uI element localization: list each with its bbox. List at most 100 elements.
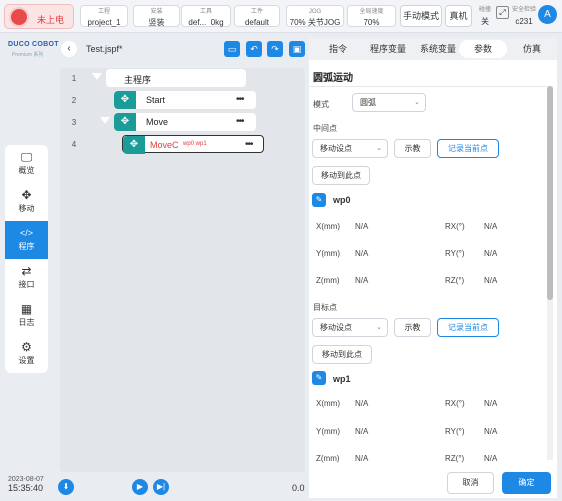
mid-move-select[interactable]: 移动设点 ⌄: [312, 139, 388, 158]
chevron-down-icon: ⌄: [376, 145, 382, 152]
install-selector[interactable]: 安装 竖装: [133, 5, 180, 27]
mode-select[interactable]: 圆弧 ⌄: [352, 93, 426, 112]
tab-simulation[interactable]: 仿真: [509, 40, 555, 58]
user-avatar[interactable]: A: [538, 5, 557, 24]
tab-program-variables[interactable]: 程序变量: [363, 40, 413, 58]
tab-instructions[interactable]: 指令: [315, 40, 361, 58]
back-button[interactable]: ‹: [61, 41, 77, 57]
open-folder-icon[interactable]: ▭: [224, 41, 240, 57]
global-speed-caption: 全局速度: [359, 9, 384, 15]
brand-logo: DUCO COBOT: [8, 41, 59, 48]
target-move-select[interactable]: 移动设点 ⌄: [312, 318, 388, 337]
collapse-caret-icon[interactable]: [100, 117, 110, 124]
coord-label: Y(mm): [316, 249, 340, 258]
time-text: 15:35:40: [8, 483, 44, 493]
tab-parameters[interactable]: 参数: [459, 40, 507, 58]
edit-icon[interactable]: ✎: [312, 371, 326, 385]
datetime: 2023-08-07 15:35:40: [8, 476, 44, 493]
program-tree-editor[interactable]: 1 2 3 4 主程序 ✥ Start ••• ✥ Move ••• ✥ Mov…: [60, 68, 305, 472]
target-teach-button[interactable]: 示教: [394, 318, 431, 337]
project-selector[interactable]: 工程 project_1: [80, 5, 128, 27]
coord-label: RX(°): [445, 399, 465, 408]
drag-handle-icon[interactable]: ✥: [114, 113, 136, 131]
mid-record-current-button[interactable]: 记录当前点: [437, 139, 499, 158]
target-record-current-button[interactable]: 记录当前点: [437, 318, 499, 337]
mid-teach-button[interactable]: 示教: [394, 139, 431, 158]
emergency-stop-button[interactable]: 未上电: [4, 4, 74, 29]
redo-icon[interactable]: ↷: [267, 41, 283, 57]
coord-value: N/A: [355, 276, 369, 285]
more-options-icon[interactable]: •••: [236, 116, 244, 127]
line-number: 2: [71, 96, 77, 105]
coord-value: N/A: [484, 399, 498, 408]
nav-item-program[interactable]: </> 程序: [5, 221, 48, 259]
mid-move-here-button[interactable]: 移动到此点: [312, 166, 370, 185]
mid-point-label: 中间点: [313, 124, 337, 133]
workpiece-caption: 工件: [250, 9, 263, 15]
confirm-button[interactable]: 确定: [502, 472, 551, 494]
tree-node-movec[interactable]: ✥ MoveC wp0 wp1 •••: [122, 135, 264, 154]
workpiece-selector[interactable]: 工件 default: [234, 5, 280, 27]
coord-label: RY(°): [445, 427, 465, 436]
node-label: MoveC: [150, 140, 179, 150]
global-speed-selector[interactable]: 全局速度 70%: [347, 5, 396, 27]
workpiece-value: default: [244, 18, 270, 27]
collision-status[interactable]: 碰撞 关: [476, 6, 494, 26]
play-icon[interactable]: ▶: [132, 479, 148, 495]
mode-label: 模式: [313, 100, 329, 109]
nav-label: 移动: [18, 204, 35, 213]
tool-selector[interactable]: 工具 def... 0kg: [181, 5, 231, 27]
more-options-icon[interactable]: •••: [245, 139, 253, 150]
target-move-value: 移动设点: [320, 323, 352, 332]
coord-label: X(mm): [316, 222, 340, 231]
mid-move-value: 移动设点: [320, 144, 352, 153]
nav-item-log[interactable]: ▦ 日志: [5, 297, 48, 335]
drag-handle-icon[interactable]: ✥: [114, 91, 136, 109]
expand-icon[interactable]: ⤢: [496, 6, 509, 19]
move-icon: ✥: [21, 188, 32, 202]
scrollbar-thumb[interactable]: [547, 86, 553, 300]
coord-value: N/A: [484, 454, 498, 463]
safety-check[interactable]: 安全检验 c231: [511, 6, 537, 26]
section-title: 圆弧运动: [313, 73, 353, 84]
step-down-icon[interactable]: ⬇: [58, 479, 74, 495]
install-caption: 安装: [150, 9, 163, 15]
real-machine-button[interactable]: 真机: [445, 5, 472, 27]
nav-item-settings[interactable]: ⚙ 设置: [5, 335, 48, 373]
nav-label: 接口: [18, 280, 35, 289]
coord-value: N/A: [355, 454, 369, 463]
nav-item-interface[interactable]: ⇄ 接口: [5, 259, 48, 297]
coord-label: RZ(°): [445, 276, 465, 285]
node-label: Move: [146, 117, 169, 127]
cancel-button[interactable]: 取消: [447, 472, 494, 494]
coord-value: N/A: [484, 249, 498, 258]
tree-node-move[interactable]: ✥ Move •••: [114, 113, 256, 131]
brand-subtitle: Premium 系列: [12, 52, 44, 58]
target-move-here-button[interactable]: 移动到此点: [312, 345, 372, 364]
line-number: 4: [71, 140, 77, 149]
save-icon[interactable]: ▣: [289, 41, 305, 57]
jog-selector[interactable]: JOG 70% 关节JOG: [286, 5, 344, 27]
estop-indicator-icon: [11, 9, 27, 25]
project-value: project_1: [87, 18, 121, 27]
step-forward-icon[interactable]: ▶|: [153, 479, 169, 495]
more-options-icon[interactable]: •••: [236, 94, 244, 105]
manual-mode-button[interactable]: 手动模式: [400, 5, 442, 27]
nav-item-move[interactable]: ✥ 移动: [5, 183, 48, 221]
chevron-down-icon: ⌄: [414, 99, 420, 106]
coord-value: N/A: [355, 399, 369, 408]
line-number: 3: [71, 118, 77, 127]
tree-node-start[interactable]: ✥ Start •••: [114, 91, 256, 109]
waypoint-name: wp1: [333, 374, 351, 384]
nav-label: 日志: [18, 318, 35, 327]
tree-node-main[interactable]: 主程序: [106, 69, 246, 87]
edit-icon[interactable]: ✎: [312, 193, 326, 207]
tab-system-variables[interactable]: 系统变量: [413, 40, 463, 58]
waypoint-name: wp0: [333, 195, 351, 205]
drag-handle-icon[interactable]: ✥: [123, 136, 145, 154]
collapse-caret-icon[interactable]: [92, 73, 102, 80]
jog-caption: JOG: [308, 9, 322, 15]
nav-item-overview[interactable]: 🖵 概览: [5, 145, 48, 183]
undo-icon[interactable]: ↶: [246, 41, 262, 57]
tool-value: def... 0kg: [188, 18, 224, 27]
